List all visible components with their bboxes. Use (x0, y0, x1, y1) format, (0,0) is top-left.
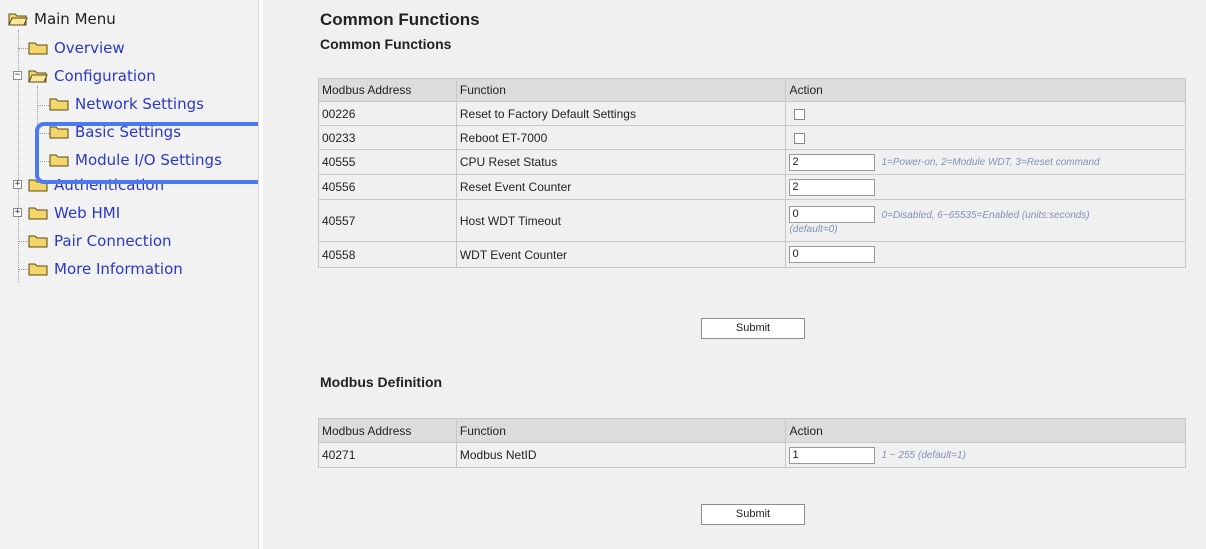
folder-icon (28, 262, 48, 276)
folder-open-icon (8, 12, 28, 26)
wdt-event-counter-field[interactable]: 0 (789, 246, 876, 263)
cell-action: 2 (785, 174, 1186, 200)
cell-address: 40555 (318, 149, 457, 175)
table-row: 00226 Reset to Factory Default Settings (318, 101, 1186, 126)
cell-function: Host WDT Timeout (455, 199, 787, 242)
modbus-netid-field[interactable]: 1 (789, 446, 876, 464)
expand-toggle-icon[interactable]: + (13, 208, 22, 217)
reset-factory-checkbox[interactable] (794, 108, 806, 120)
tree-line (18, 269, 28, 270)
cell-action (785, 125, 1186, 150)
sidebar-item-label: Web HMI (54, 204, 121, 222)
cell-action: 0 0=Disabled, 6~65535=Enabled (units:seco… (785, 199, 1186, 242)
cell-function: CPU Reset Status (455, 149, 787, 175)
sidebar-item-pair-connection[interactable]: Pair Connection (28, 229, 172, 253)
sidebar-item-web-hmi[interactable]: Web HMI (28, 201, 120, 225)
reset-event-counter-field[interactable]: 2 (789, 178, 876, 196)
page-title: Common Functions (320, 10, 480, 29)
cell-address: 40558 (318, 241, 457, 268)
collapse-toggle-icon[interactable]: − (13, 71, 22, 80)
submit-button[interactable]: Submit (701, 318, 805, 339)
field-hint: 1 ~ 255 (default=1) (881, 450, 966, 462)
section-title: Common Functions (320, 36, 452, 52)
tree-line (37, 105, 49, 106)
reboot-checkbox[interactable] (794, 132, 806, 144)
sidebar-item-network-settings[interactable]: Network Settings (49, 92, 204, 116)
tree-line (18, 241, 28, 242)
expand-toggle-icon[interactable]: + (13, 180, 22, 189)
sidebar-item-label: Network Settings (75, 95, 204, 113)
column-header: Modbus Address (318, 78, 457, 102)
common-functions-table: Modbus Address Function Action 00226 Res… (318, 78, 1186, 268)
cell-function: Reset to Factory Default Settings (455, 101, 787, 126)
table-header-row: Modbus Address Function Action (318, 418, 1186, 443)
folder-open-icon (28, 69, 48, 83)
tree-root-main-menu[interactable]: Main Menu (8, 7, 116, 31)
cell-address: 40557 (318, 199, 457, 242)
host-wdt-timeout-field[interactable]: 0 (789, 206, 876, 223)
folder-icon (49, 97, 69, 111)
field-hint: (default=0) (789, 224, 838, 235)
cell-address: 40271 (318, 442, 457, 468)
modbus-definition-table: Modbus Address Function Action 40271 Mod… (318, 418, 1186, 468)
table-row: 40556 Reset Event Counter 2 (318, 174, 1186, 200)
cell-action: 0 (785, 241, 1186, 268)
cell-action: 1 1 ~ 255 (default=1) (785, 442, 1186, 468)
sidebar-item-label: Pair Connection (54, 232, 172, 250)
cell-address: 00233 (318, 125, 457, 150)
table-row: 40558 WDT Event Counter 0 (318, 241, 1186, 268)
submit-button[interactable]: Submit (701, 504, 805, 525)
cell-address: 00226 (318, 101, 457, 126)
cell-address: 40556 (318, 174, 457, 200)
sidebar-item-more-information[interactable]: More Information (28, 257, 183, 281)
cell-function: Modbus NetID (455, 442, 787, 468)
folder-icon (28, 41, 48, 55)
column-header: Function (455, 78, 787, 102)
selection-highlight (35, 122, 275, 184)
table-row: 40557 Host WDT Timeout 0 0=Disabled, 6~65… (318, 199, 1186, 242)
tree-line (18, 48, 28, 49)
table-row: 40555 CPU Reset Status 2 1=Power-on, 2=Mo… (318, 149, 1186, 175)
column-header: Action (785, 418, 1186, 443)
cell-action: 2 1=Power-on, 2=Module WDT, 3=Reset comma… (785, 149, 1186, 175)
sidebar-tree: Main Menu Overview − Configuration Netwo… (0, 0, 275, 549)
sidebar-item-label: Overview (54, 39, 125, 57)
cell-function: Reset Event Counter (455, 174, 787, 200)
table-row: 40271 Modbus NetID 1 1 ~ 255 (default=1) (318, 442, 1186, 468)
sidebar-item-label: More Information (54, 260, 183, 278)
column-header: Action (785, 78, 1186, 102)
column-header: Function (455, 418, 787, 443)
tree-label: Main Menu (34, 10, 116, 28)
column-header: Modbus Address (318, 418, 457, 443)
field-hint: 1=Power-on, 2=Module WDT, 3=Reset comman… (881, 157, 1100, 169)
folder-icon (28, 234, 48, 248)
table-row: 00233 Reboot ET-7000 (318, 125, 1186, 150)
cell-function: WDT Event Counter (455, 241, 787, 268)
cpu-reset-status-field[interactable]: 2 (789, 153, 876, 171)
field-hint: 0=Disabled, 6~65535=Enabled (units:secon… (881, 209, 1090, 221)
section-title: Modbus Definition (320, 374, 443, 390)
tree-line (18, 30, 19, 282)
sidebar-item-label: Configuration (54, 67, 156, 85)
cell-function: Reboot ET-7000 (455, 125, 787, 150)
sidebar-item-overview[interactable]: Overview (28, 36, 125, 60)
cell-action (785, 101, 1186, 126)
folder-icon (28, 206, 48, 220)
sidebar-item-configuration[interactable]: Configuration (28, 64, 156, 88)
table-header-row: Modbus Address Function Action (318, 78, 1186, 102)
main-content: Common Functions Common Functions Modbus… (263, 0, 1206, 549)
